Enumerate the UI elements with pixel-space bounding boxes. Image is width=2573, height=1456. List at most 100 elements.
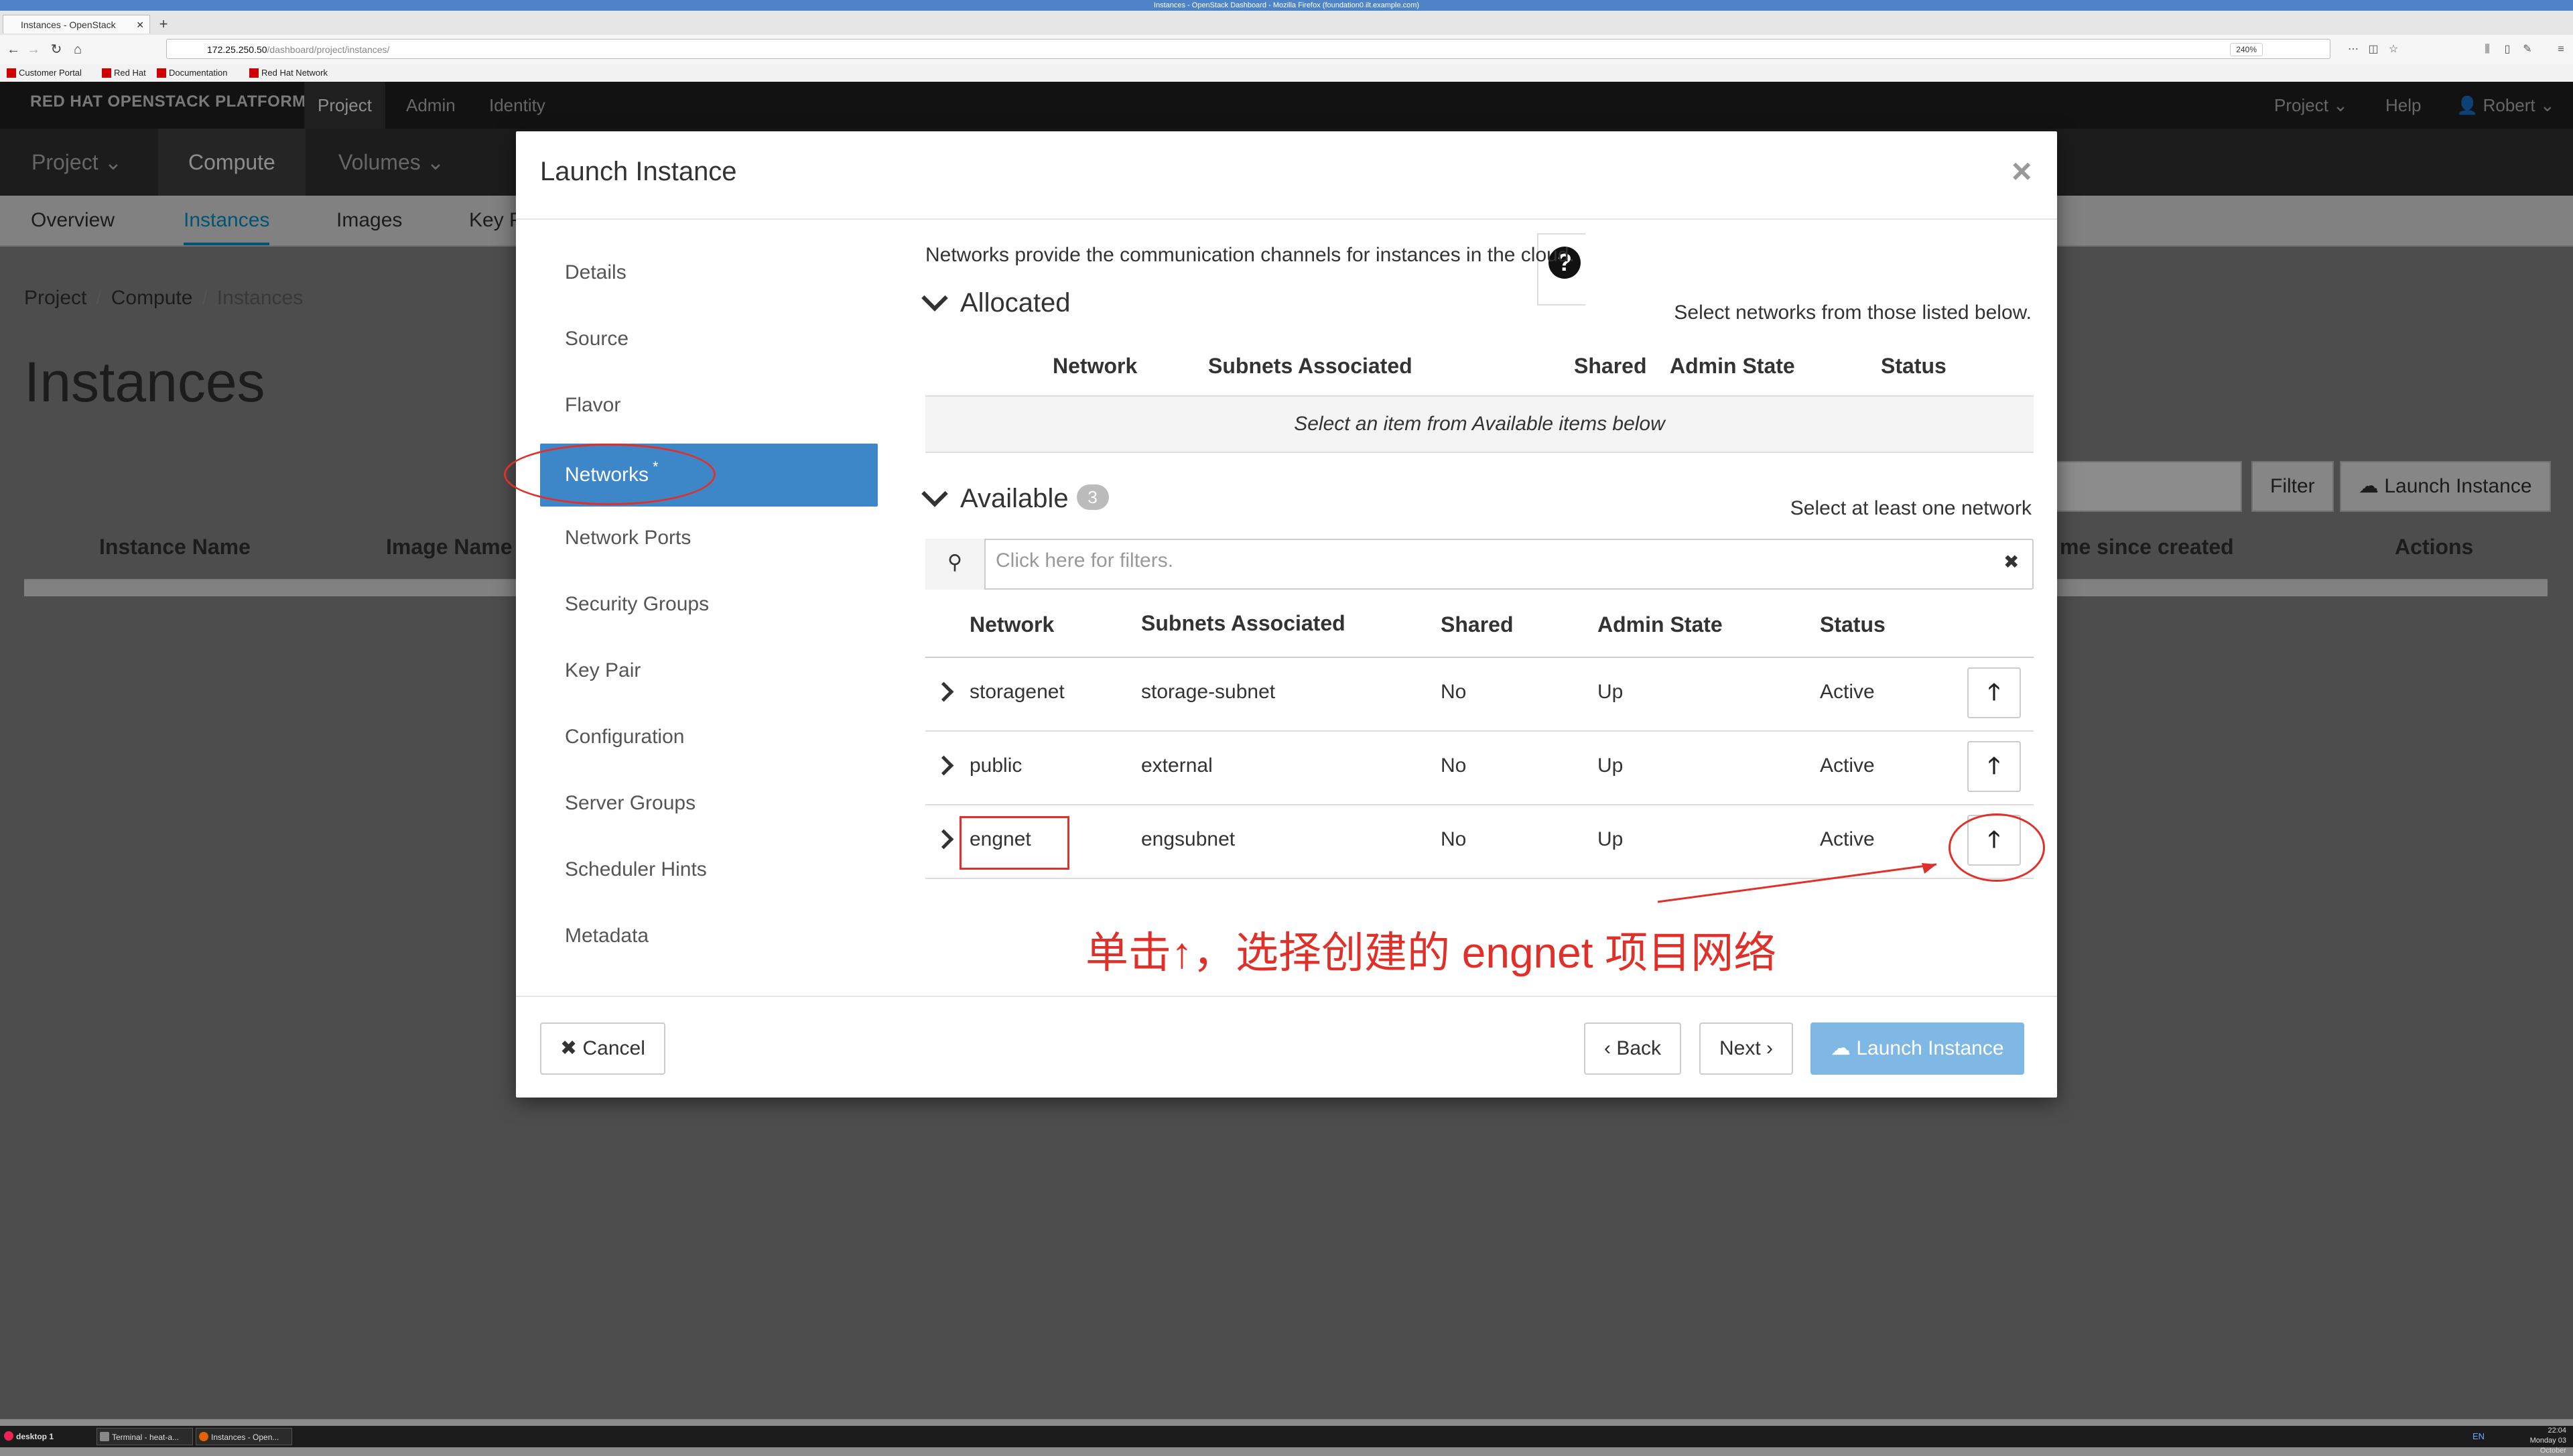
modal-launch-instance-button[interactable]: ☁ Launch Instance xyxy=(1810,1022,2024,1075)
available-col-shared[interactable]: Shared xyxy=(1441,612,1513,637)
step-network-ports[interactable]: Network Ports xyxy=(540,507,878,570)
bookmark-star-icon[interactable]: ☆ xyxy=(2385,42,2401,58)
redhat-icon xyxy=(102,68,111,78)
chevron-down-icon xyxy=(921,480,948,507)
bookmark-documentation[interactable]: Documentation xyxy=(155,66,227,80)
app-menu-icon xyxy=(4,1431,13,1441)
annotation-circle-networks xyxy=(504,444,716,505)
step-key-pair[interactable]: Key Pair xyxy=(540,639,878,702)
annotation-text: 单击↑，选择创建的 engnet 项目网络 xyxy=(1085,929,1777,977)
row-network: storagenet xyxy=(970,681,1065,703)
allocated-col-network: Network xyxy=(1053,354,1138,378)
bookmark-red-hat-network[interactable]: Red Hat Network xyxy=(248,66,328,80)
hamburger-menu-icon[interactable]: ≡ xyxy=(2553,42,2569,58)
url-path: /dashboard/project/instances/ xyxy=(267,44,390,55)
available-header-divider xyxy=(925,657,2034,658)
firefox-icon xyxy=(199,1432,208,1441)
allocated-col-admin-state: Admin State xyxy=(1670,354,1795,378)
back-arrow-icon[interactable]: ← xyxy=(4,40,23,59)
modal-title: Launch Instance xyxy=(540,157,737,186)
browser-tab-label: Instances - OpenStack xyxy=(21,19,116,30)
row-divider xyxy=(925,804,2034,805)
row-expand-chevron-icon[interactable] xyxy=(933,829,954,850)
browser-tabbar xyxy=(0,11,2573,35)
step-metadata[interactable]: Metadata xyxy=(540,905,878,968)
row-expand-chevron-icon[interactable] xyxy=(933,681,954,702)
back-button[interactable]: ‹ Back xyxy=(1584,1022,1682,1075)
pocket-icon[interactable]: ◫ xyxy=(2365,42,2381,58)
step-server-groups[interactable]: Server Groups xyxy=(540,772,878,835)
cancel-button[interactable]: ✖ Cancel xyxy=(540,1022,665,1075)
overflow-menu-icon[interactable]: ⋯ xyxy=(2345,42,2361,58)
modal-header xyxy=(516,131,2057,220)
clear-filter-icon[interactable]: ✖ xyxy=(2003,551,2019,573)
workspace-switcher[interactable]: desktop 1 xyxy=(1,1428,59,1445)
allocated-col-subnets: Subnets Associated xyxy=(1208,354,1412,378)
allocated-hint: Select networks from those listed below. xyxy=(1674,302,2032,324)
taskbar xyxy=(0,1426,2573,1447)
row-shared: No xyxy=(1441,828,1467,850)
filter-placeholder[interactable]: Click here for filters. xyxy=(996,549,1173,572)
allocate-arrow-up-icon[interactable]: 🡑 xyxy=(1967,741,2021,792)
row-admin-state: Up xyxy=(1597,754,1624,777)
chevron-down-icon xyxy=(921,285,948,312)
row-status: Active xyxy=(1820,681,1875,703)
step-source[interactable]: Source xyxy=(540,308,878,371)
next-button[interactable]: Next › xyxy=(1699,1022,1794,1075)
available-toggle[interactable]: Available 3 xyxy=(921,480,1109,514)
allocate-arrow-up-icon[interactable]: 🡑 xyxy=(1967,667,2021,718)
row-shared: No xyxy=(1441,681,1467,703)
available-col-admin-state[interactable]: Admin State xyxy=(1597,612,1723,637)
bookmark-red-hat[interactable]: Red Hat xyxy=(101,66,146,80)
clock-time: 22:04 xyxy=(2548,1427,2566,1435)
bookmarks-bar xyxy=(0,64,2573,82)
launch-instance-modal: Launch Instance × Details Source Flavor … xyxy=(504,131,2057,1098)
new-tab-icon[interactable]: + xyxy=(154,15,173,34)
library-icon[interactable]: ⫼ xyxy=(2479,42,2495,58)
redhat-icon xyxy=(157,68,166,78)
chevron-left-icon: ‹ xyxy=(1604,1037,1611,1059)
clock-date: Monday 03 October xyxy=(2529,1437,2566,1455)
step-configuration[interactable]: Configuration xyxy=(540,706,878,769)
browser-tab[interactable]: Instances - OpenStack ✕ xyxy=(3,15,150,34)
sidebar-icon[interactable]: ▯ xyxy=(2499,42,2515,58)
url-bar[interactable]: 172.25.250.50/dashboard/project/instance… xyxy=(166,39,2330,59)
clock[interactable]: 22:04 Monday 03 October xyxy=(2506,1426,2566,1456)
row-status: Active xyxy=(1820,828,1875,850)
step-details[interactable]: Details xyxy=(540,241,878,304)
close-icon[interactable]: × xyxy=(2011,151,2032,192)
redhat-icon xyxy=(7,68,16,78)
modal-footer-divider xyxy=(516,996,2057,997)
bookmark-customer-portal[interactable]: Customer Portal xyxy=(5,66,82,80)
home-icon[interactable]: ⌂ xyxy=(68,40,87,59)
redhat-icon xyxy=(249,68,259,78)
row-network: public xyxy=(970,754,1022,777)
row-subnets: engsubnet xyxy=(1141,828,1236,850)
available-col-status[interactable]: Status xyxy=(1820,612,1886,637)
extension-icon[interactable]: ✎ xyxy=(2519,42,2535,58)
keyboard-layout[interactable]: EN xyxy=(2472,1431,2485,1441)
zoom-level[interactable]: 240% xyxy=(2230,43,2263,56)
row-admin-state: Up xyxy=(1597,828,1624,850)
reload-icon[interactable]: ↻ xyxy=(47,40,66,59)
available-col-network[interactable]: Network xyxy=(970,612,1054,637)
url-host: 172.25.250.50 xyxy=(207,44,267,55)
available-count-badge: 3 xyxy=(1076,484,1109,510)
taskbar-firefox[interactable]: Instances - Open... xyxy=(196,1428,292,1445)
available-col-subnets[interactable]: Subnets Associated xyxy=(1141,611,1345,636)
annotation-box-engnet xyxy=(960,816,1069,870)
available-hint: Select at least one network xyxy=(1790,497,2032,519)
step-flavor[interactable]: Flavor xyxy=(540,374,878,437)
row-shared: No xyxy=(1441,754,1467,777)
allocated-empty-message: Select an item from Available items belo… xyxy=(925,397,2034,453)
window-titlebar: Instances - OpenStack Dashboard - Mozill… xyxy=(0,0,2573,11)
networks-intro: Networks provide the communication chann… xyxy=(925,244,1575,266)
allocated-col-status: Status xyxy=(1881,354,1947,378)
close-icon[interactable]: ✕ xyxy=(136,15,144,34)
step-security-groups[interactable]: Security Groups xyxy=(540,573,878,636)
forward-arrow-icon[interactable]: → xyxy=(24,40,43,59)
row-expand-chevron-icon[interactable] xyxy=(933,755,954,776)
allocated-toggle[interactable]: Allocated xyxy=(921,285,1071,318)
step-scheduler-hints[interactable]: Scheduler Hints xyxy=(540,838,878,901)
taskbar-terminal[interactable]: Terminal - heat-a... xyxy=(96,1428,193,1445)
